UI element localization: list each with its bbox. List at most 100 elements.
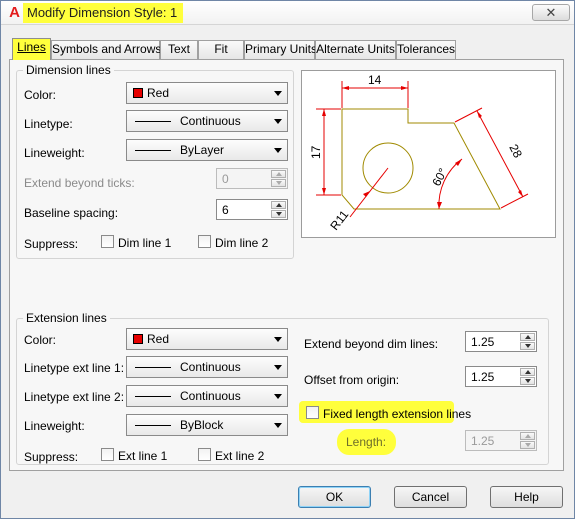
dim-line-1-checkbox[interactable] bbox=[101, 235, 114, 248]
arrow-left-icon bbox=[342, 86, 349, 90]
dim-text-angle: 60° bbox=[429, 166, 450, 189]
dim-text-diag: 28 bbox=[506, 142, 525, 161]
dim-text-top: 14 bbox=[368, 73, 382, 87]
baseline-spacing-value: 6 bbox=[222, 203, 229, 217]
dim-color-label: Color: bbox=[24, 88, 57, 102]
chevron-down-icon bbox=[274, 423, 282, 428]
ext-lineweight-value: ByBlock bbox=[180, 418, 224, 432]
extend-beyond-ticks-value: 0 bbox=[222, 172, 229, 186]
lineweight-preview-icon bbox=[135, 150, 171, 151]
ext-line-1-label: Ext line 1 bbox=[118, 449, 168, 463]
ext-line-diag-b bbox=[500, 193, 529, 209]
extend-beyond-ticks-input: 0 bbox=[216, 168, 288, 189]
tab-alternate-units[interactable]: Alternate Units bbox=[315, 40, 396, 59]
extend-beyond-ticks-label: Extend beyond ticks: bbox=[24, 176, 135, 190]
tab-fit[interactable]: Fit bbox=[198, 40, 244, 59]
arrow-down-icon bbox=[322, 188, 326, 195]
chevron-down-icon bbox=[274, 91, 282, 96]
fixed-length-extension-lines-label: Fixed length extension lines bbox=[323, 407, 472, 421]
length-input: 1.25 bbox=[465, 430, 537, 451]
spin-down-icon[interactable] bbox=[520, 342, 535, 350]
chevron-down-icon bbox=[274, 337, 282, 342]
chevron-down-icon bbox=[274, 394, 282, 399]
tab-text[interactable]: Text bbox=[160, 40, 198, 59]
offset-from-origin-value: 1.25 bbox=[471, 370, 495, 384]
dim-suppress-label: Suppress: bbox=[24, 237, 79, 251]
ext-linetype-1-value: Continuous bbox=[180, 360, 241, 374]
dim-line-2-checkbox[interactable] bbox=[198, 235, 211, 248]
ext-line-2-label: Ext line 2 bbox=[215, 449, 265, 463]
length-value: 1.25 bbox=[471, 434, 495, 448]
close-button[interactable]: ✕ bbox=[532, 4, 570, 21]
tab-primary-units[interactable]: Primary Units bbox=[244, 40, 317, 59]
chevron-down-icon bbox=[274, 148, 282, 153]
dim-linetype-value: Continuous bbox=[180, 114, 241, 128]
dim-line-2-label: Dim line 2 bbox=[215, 236, 269, 250]
window-title: Modify Dimension Style: 1 bbox=[23, 3, 184, 23]
ext-linetype-2-value: Continuous bbox=[180, 389, 241, 403]
help-button[interactable]: Help bbox=[490, 486, 563, 508]
preview-drawing: 14 17 28 60° R11 bbox=[309, 73, 529, 233]
arrow-diag-top-icon bbox=[477, 111, 482, 118]
spin-down-icon bbox=[271, 179, 286, 187]
dim-linetype-dropdown[interactable]: Continuous bbox=[126, 110, 288, 132]
tab-tolerances[interactable]: Tolerances bbox=[396, 40, 456, 59]
fixed-length-extension-lines-checkbox[interactable] bbox=[306, 406, 319, 419]
cancel-button[interactable]: Cancel bbox=[394, 486, 467, 508]
spin-up-icon bbox=[271, 170, 286, 178]
tab-symbols-and-arrows[interactable]: Symbols and Arrows bbox=[51, 40, 161, 59]
extend-beyond-dim-lines-input[interactable]: 1.25 bbox=[465, 331, 537, 352]
arrow-radius-icon bbox=[363, 191, 370, 197]
ext-linetype-1-dropdown[interactable]: Continuous bbox=[126, 356, 288, 378]
dim-linetype-label: Linetype: bbox=[24, 117, 73, 131]
autocad-a-icon: A bbox=[9, 4, 20, 21]
arrow-up-icon bbox=[322, 109, 326, 116]
ext-color-label: Color: bbox=[24, 333, 57, 347]
dim-lineweight-label: Lineweight: bbox=[24, 146, 85, 160]
ext-line-diag-a bbox=[454, 107, 483, 123]
spin-up-icon[interactable] bbox=[520, 368, 535, 376]
ext-color-dropdown[interactable]: Red bbox=[126, 328, 288, 350]
linetype-preview-icon bbox=[135, 396, 171, 397]
ok-button[interactable]: OK bbox=[298, 486, 371, 508]
ext-linetype-1-label: Linetype ext line 1: bbox=[24, 361, 125, 375]
title-bar[interactable]: A Modify Dimension Style: 1 ✕ bbox=[1, 1, 574, 25]
spin-down-icon[interactable] bbox=[520, 377, 535, 385]
dim-lineweight-dropdown[interactable]: ByLayer bbox=[126, 139, 288, 161]
spin-up-icon bbox=[520, 432, 535, 440]
spin-up-icon[interactable] bbox=[520, 333, 535, 341]
dim-line-1-label: Dim line 1 bbox=[118, 236, 172, 250]
tab-lines[interactable]: Lines bbox=[12, 38, 51, 60]
dim-color-value: Red bbox=[147, 86, 170, 100]
arrow-arc-bottom-icon bbox=[437, 202, 442, 209]
baseline-spacing-input[interactable]: 6 bbox=[216, 199, 288, 220]
red-color-swatch bbox=[133, 334, 143, 344]
extend-beyond-dim-lines-label: Extend beyond dim lines: bbox=[304, 337, 439, 351]
dim-color-dropdown[interactable]: Red bbox=[126, 82, 288, 104]
ext-color-value: Red bbox=[147, 332, 170, 346]
ext-line-2-checkbox[interactable] bbox=[198, 448, 211, 461]
dimension-preview: 14 17 28 60° R11 bbox=[301, 70, 556, 238]
dim-text-radius: R11 bbox=[327, 207, 351, 233]
lineweight-preview-icon bbox=[135, 425, 171, 426]
length-label: Length: bbox=[346, 435, 387, 449]
chevron-down-icon bbox=[274, 365, 282, 370]
dim-lineweight-value: ByLayer bbox=[180, 143, 225, 157]
dimension-lines-group-label: Dimension lines bbox=[23, 63, 114, 77]
ext-lineweight-dropdown[interactable]: ByBlock bbox=[126, 414, 288, 436]
ext-linetype-2-dropdown[interactable]: Continuous bbox=[126, 385, 288, 407]
arrow-arc-top-icon bbox=[455, 159, 462, 166]
arrow-diag-bottom-icon bbox=[518, 190, 523, 197]
spin-down-icon[interactable] bbox=[271, 210, 286, 218]
spin-up-icon[interactable] bbox=[271, 201, 286, 209]
ext-lineweight-label: Lineweight: bbox=[24, 419, 85, 433]
chevron-down-icon bbox=[274, 119, 282, 124]
extension-lines-group-label: Extension lines bbox=[23, 311, 110, 325]
ext-line-1-checkbox[interactable] bbox=[101, 448, 114, 461]
baseline-spacing-label: Baseline spacing: bbox=[24, 206, 119, 220]
offset-from-origin-label: Offset from origin: bbox=[304, 373, 400, 387]
red-color-swatch bbox=[133, 88, 143, 98]
offset-from-origin-input[interactable]: 1.25 bbox=[465, 366, 537, 387]
ext-suppress-label: Suppress: bbox=[24, 450, 79, 464]
ext-linetype-2-label: Linetype ext line 2: bbox=[24, 390, 125, 404]
